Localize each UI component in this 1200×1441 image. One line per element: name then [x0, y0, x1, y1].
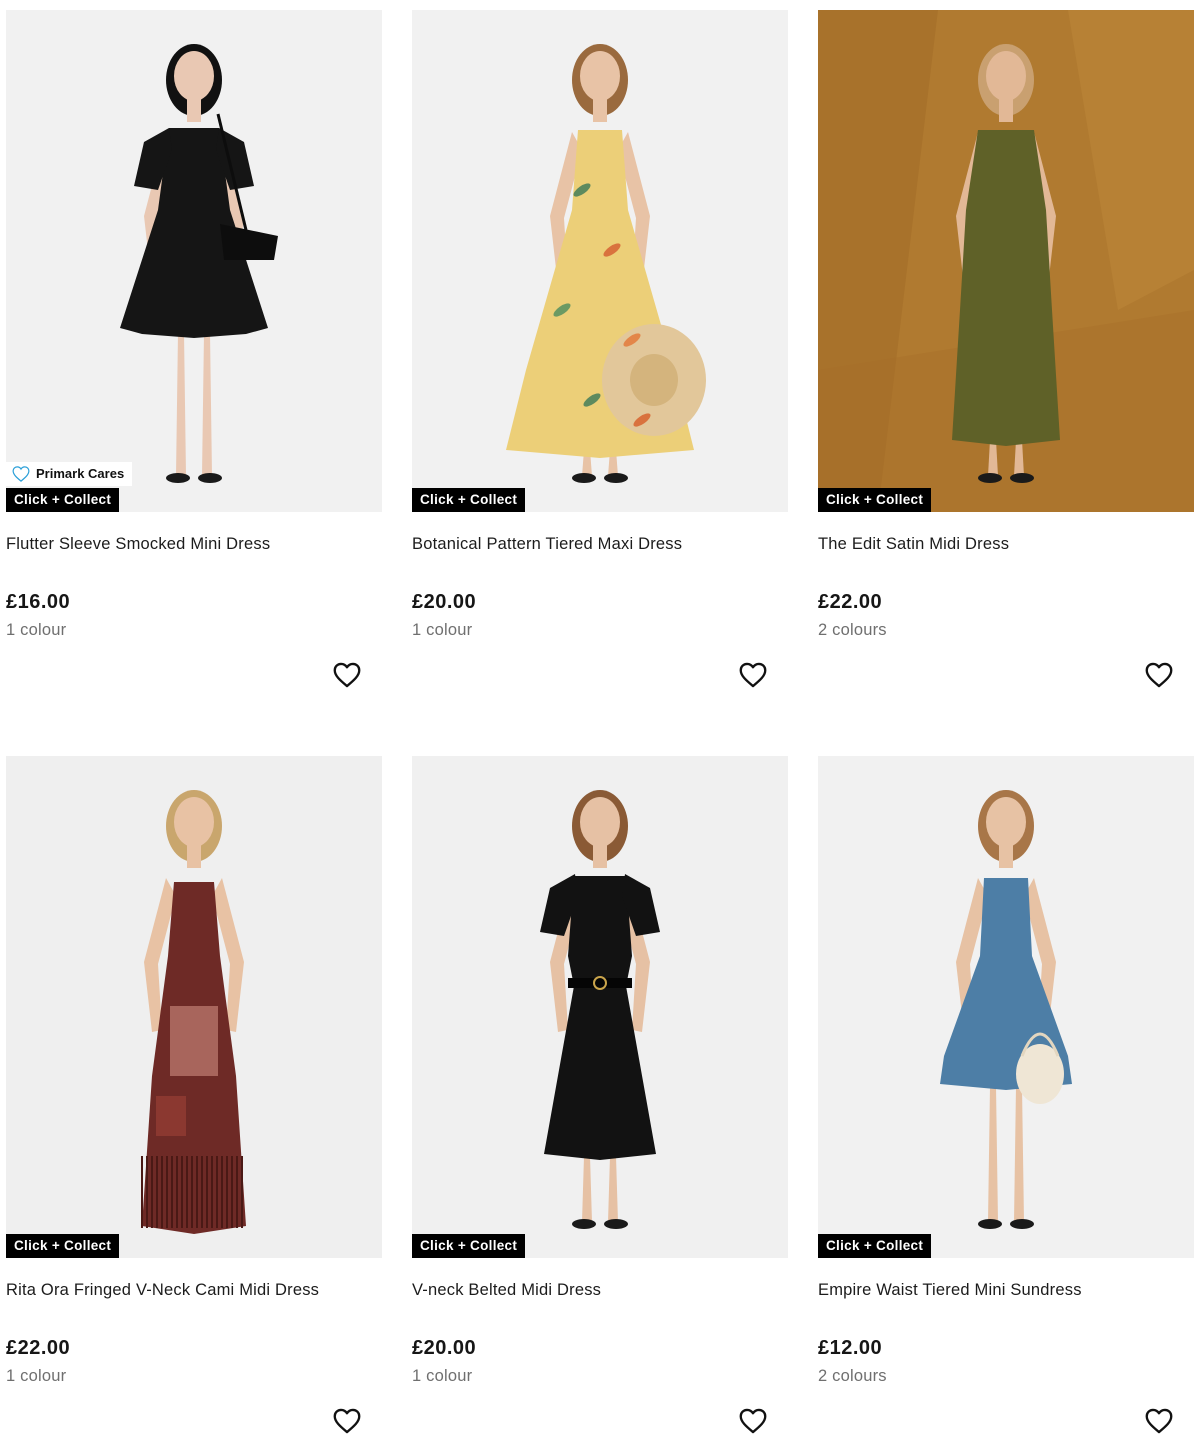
product-colour-count: 1 colour [412, 1367, 473, 1385]
product-photo [412, 756, 788, 1258]
click-collect-badge: Click + Collect [818, 1234, 932, 1258]
product-card[interactable]: Click + Collect Empire Waist Tiered Mini… [818, 756, 1194, 1434]
product-card[interactable]: Primark Cares Click + Collect Flutter Sle… [6, 10, 382, 688]
product-card[interactable]: Click + Collect Botanical Pattern Tiered… [412, 10, 788, 688]
product-name[interactable]: V-neck Belted Midi Dress [412, 1280, 788, 1300]
wishlist-heart-icon[interactable] [1144, 660, 1174, 690]
product-card[interactable]: Click + Collect V-neck Belted Midi Dress… [412, 756, 788, 1434]
click-collect-badge: Click + Collect [6, 488, 120, 512]
product-grid: Primark Cares Click + Collect Flutter Sle… [0, 0, 1200, 1441]
product-colour-count: 1 colour [6, 1367, 67, 1385]
click-collect-badge: Click + Collect [412, 488, 526, 512]
click-collect-badge: Click + Collect [412, 1234, 526, 1258]
product-photo [412, 10, 788, 512]
wishlist-heart-icon[interactable] [332, 660, 362, 690]
primark-cares-badge: Primark Cares [6, 462, 133, 486]
product-image[interactable]: Click + Collect [412, 756, 788, 1258]
product-colour-count: 2 colours [818, 1367, 887, 1385]
wishlist-heart-icon[interactable] [738, 1406, 768, 1436]
product-image[interactable]: Click + Collect [6, 756, 382, 1258]
heart-outline-icon [12, 466, 30, 482]
product-price: £20.00 [412, 1337, 477, 1359]
product-price: £16.00 [6, 591, 71, 613]
product-price: £12.00 [818, 1337, 883, 1359]
product-colour-count: 1 colour [6, 621, 67, 639]
product-photo [6, 10, 382, 512]
product-photo [818, 756, 1194, 1258]
product-card[interactable]: Click + Collect Rita Ora Fringed V-Neck … [6, 756, 382, 1434]
product-colour-count: 1 colour [412, 621, 473, 639]
wishlist-heart-icon[interactable] [332, 1406, 362, 1436]
product-image[interactable]: Click + Collect [412, 10, 788, 512]
product-image[interactable]: Click + Collect [818, 10, 1194, 512]
product-name[interactable]: Empire Waist Tiered Mini Sundress [818, 1280, 1194, 1300]
product-name[interactable]: The Edit Satin Midi Dress [818, 534, 1194, 554]
product-price: £20.00 [412, 591, 477, 613]
product-photo [818, 10, 1194, 512]
product-price: £22.00 [818, 591, 883, 613]
product-image[interactable]: Primark Cares Click + Collect [6, 10, 382, 512]
wishlist-heart-icon[interactable] [1144, 1406, 1174, 1436]
product-name[interactable]: Rita Ora Fringed V-Neck Cami Midi Dress [6, 1280, 382, 1300]
click-collect-badge: Click + Collect [6, 1234, 120, 1258]
product-name[interactable]: Flutter Sleeve Smocked Mini Dress [6, 534, 382, 554]
product-card[interactable]: Click + Collect The Edit Satin Midi Dres… [818, 10, 1194, 688]
product-colour-count: 2 colours [818, 621, 887, 639]
primark-cares-label: Primark Cares [36, 466, 125, 481]
wishlist-heart-icon[interactable] [738, 660, 768, 690]
product-name[interactable]: Botanical Pattern Tiered Maxi Dress [412, 534, 788, 554]
product-photo [6, 756, 382, 1258]
product-image[interactable]: Click + Collect [818, 756, 1194, 1258]
click-collect-badge: Click + Collect [818, 488, 932, 512]
product-price: £22.00 [6, 1337, 71, 1359]
